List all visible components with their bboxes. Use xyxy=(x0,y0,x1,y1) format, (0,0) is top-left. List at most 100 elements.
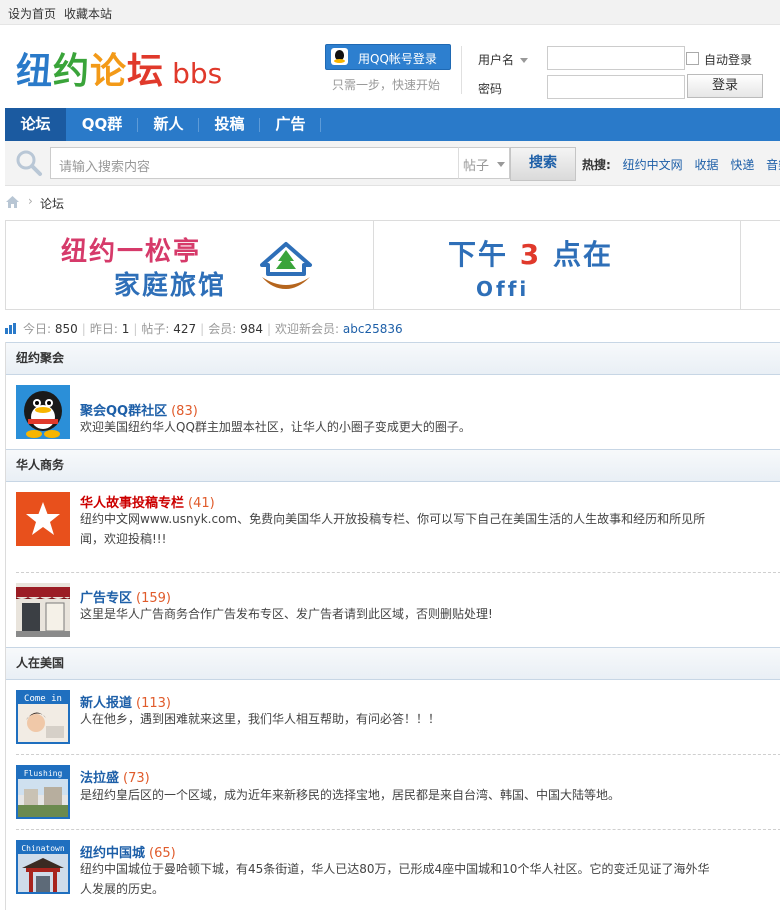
hot-searches-label: 热搜: xyxy=(582,158,611,172)
stat-members-value: 984 xyxy=(240,322,263,336)
come-in-icon[interactable]: Come in xyxy=(16,690,70,744)
qq-login-label: 用QQ帐号登录 xyxy=(358,52,437,66)
forum-description: 纽约中国城位于曼哈顿下城，有45条街道，华人已达80万，已形成4座中国城和10个… xyxy=(80,862,710,896)
ad2-line2: Offi xyxy=(476,277,530,301)
logo-char-1: 纽 xyxy=(16,51,54,92)
hot-search-link[interactable]: 音樂中 xyxy=(766,158,780,172)
category-header[interactable]: 纽约聚会 xyxy=(6,342,780,375)
nav-separator xyxy=(198,118,199,132)
forum-row: Flushing 法拉盛 (73) 是纽约皇后区的一个区域，成为近年来新移民的选择… xyxy=(6,755,780,830)
banner-divider xyxy=(740,221,741,309)
username-label-text: 用户名 xyxy=(478,53,515,67)
forum-description: 欢迎美国纽约华人QQ群主加盟本社区，让华人的小圈子变成更大的圈子。 xyxy=(80,420,471,434)
category-header[interactable]: 华人商务 xyxy=(6,449,780,482)
forum-description: 这里是华人广告商务合作广告发布专区、发广告者请到此区域，否则删贴处理! xyxy=(80,607,493,621)
forum-post-count: (73) xyxy=(123,771,150,786)
hot-search-link[interactable]: 快递 xyxy=(730,158,754,172)
stat-separator: | xyxy=(200,322,205,336)
logo-char-3: 论 xyxy=(90,51,128,92)
password-label: 密码 xyxy=(478,82,503,96)
qq-penguin-icon xyxy=(331,48,348,65)
logo-bbs: bbs xyxy=(172,57,223,90)
nav-qq-group[interactable]: QQ群 xyxy=(71,108,133,141)
chevron-down-icon xyxy=(497,162,505,167)
stats-chart-icon xyxy=(5,323,16,334)
auto-login-label[interactable]: 自动登录 xyxy=(704,51,752,68)
forum-description: 人在他乡，遇到困难就来这里，我们华人相互帮助，有问必答！！！ xyxy=(80,712,441,726)
newest-member-link[interactable]: abc25836 xyxy=(343,322,403,336)
nav-newcomers[interactable]: 新人 xyxy=(141,108,196,141)
header-divider xyxy=(461,46,462,94)
search-icon xyxy=(16,150,42,176)
search-placeholder: 请输入搜索内容 xyxy=(59,160,151,175)
forum-stats: 今日: 850 | 昨日: 1 | 帖子: 427 | 会员: 984 | 欢迎新会员: abc… xyxy=(5,320,403,337)
nav-separator xyxy=(259,118,260,132)
nav-submit[interactable]: 投稿 xyxy=(202,108,257,141)
forum-row: 华人故事投稿专栏 (41) 纽约中文网www.usnyk.com、免费向美国华人开… xyxy=(6,482,780,573)
ad1-line2: 家庭旅馆 xyxy=(114,271,227,301)
banner-divider xyxy=(373,221,374,309)
forum-row: Come in 新人报道 (113) 人在他乡，遇到困难就来这里，我们华人相互帮助… xyxy=(6,680,780,755)
search-bar: 请输入搜索内容 帖子 搜索 热搜: 纽约中文网 收据 快递 音樂中 xyxy=(5,141,780,186)
stat-separator: | xyxy=(267,322,272,336)
username-label[interactable]: 用户名 xyxy=(478,51,529,68)
login-button[interactable]: 登录 xyxy=(687,74,763,98)
stat-separator: | xyxy=(133,322,138,336)
breadcrumb-current[interactable]: 论坛 xyxy=(40,195,64,212)
stat-today-label: 今日: xyxy=(23,322,52,336)
home-icon[interactable] xyxy=(6,196,19,208)
search-input[interactable]: 请输入搜索内容 xyxy=(50,147,460,179)
forum-name: 法拉盛 xyxy=(80,771,120,786)
logo-char-2: 约 xyxy=(53,51,91,92)
breadcrumb-separator-icon: › xyxy=(28,194,33,208)
hot-search-link[interactable]: 纽约中文网 xyxy=(623,158,683,172)
forum-list: 纽约聚会 聚会QQ群社区 (83) 欢迎美国纽约华人QQ群主加盟本社区，让华人的小… xyxy=(5,342,780,910)
hot-searches: 热搜: 纽约中文网 收据 快递 音樂中 xyxy=(582,156,780,173)
password-input[interactable] xyxy=(547,75,685,99)
star-icon[interactable] xyxy=(16,492,70,546)
bookmark-site-link[interactable]: 收藏本站 xyxy=(64,5,112,22)
main-nav: 论坛 QQ群 新人 投稿 广告 xyxy=(5,108,780,142)
qq-login-button[interactable]: 用QQ帐号登录 xyxy=(325,44,451,70)
stat-posts-value: 427 xyxy=(173,322,197,336)
logo-char-4: 坛 xyxy=(127,51,165,92)
stat-separator: | xyxy=(81,322,86,336)
qq-penguin-icon[interactable] xyxy=(16,385,70,439)
top-utility-bar: 设为首页 收藏本站 xyxy=(0,0,780,25)
come-in-icon-text: Come in xyxy=(24,694,62,704)
nav-ads[interactable]: 广告 xyxy=(263,108,318,141)
username-input[interactable] xyxy=(547,46,685,70)
forum-title[interactable]: 法拉盛 (73) xyxy=(80,767,150,786)
forum-row: 聚会QQ群社区 (83) 欢迎美国纽约华人QQ群主加盟本社区，让华人的小圈子变成更… xyxy=(6,375,780,449)
flushing-icon[interactable]: Flushing xyxy=(16,765,70,819)
chinatown-icon[interactable]: Chinatown xyxy=(16,840,70,894)
search-type-value: 帖子 xyxy=(463,159,490,174)
ad2-text-b: 点在 xyxy=(553,238,614,271)
ad2-line1: 下午 3 点在 xyxy=(448,233,613,273)
flushing-icon-text: Flushing xyxy=(24,769,63,778)
stat-yesterday-label: 昨日: xyxy=(89,322,118,336)
nav-separator xyxy=(137,118,138,132)
forum-description: 是纽约皇后区的一个区域，成为近年来新移民的选择宝地，居民都是来自台湾、韩国、中国… xyxy=(80,788,621,802)
ad1-line1: 纽约一松亭 xyxy=(61,237,202,267)
chevron-down-icon xyxy=(520,58,529,63)
ad-banner: 纽约一松亭 家庭旅馆 下午 3 点在 Offi xyxy=(5,220,780,310)
ad2-text-a: 下午 xyxy=(448,238,509,271)
auto-login-checkbox[interactable] xyxy=(686,52,699,65)
set-homepage-link[interactable]: 设为首页 xyxy=(8,5,56,22)
search-type-select[interactable]: 帖子 xyxy=(458,147,510,179)
chinatown-icon-text: Chinatown xyxy=(21,844,65,853)
hot-search-link[interactable]: 收据 xyxy=(694,158,718,172)
stat-posts-label: 帖子: xyxy=(141,322,170,336)
ad2-number: 3 xyxy=(519,238,542,271)
forum-description: 纽约中文网www.usnyk.com、免费向美国华人开放投稿专栏、你可以写下自己… xyxy=(80,512,706,546)
category-header[interactable]: 人在美国 xyxy=(6,647,780,680)
nav-separator xyxy=(320,118,321,132)
search-button[interactable]: 搜索 xyxy=(510,147,576,181)
storefront-icon[interactable] xyxy=(16,583,70,637)
site-logo[interactable]: 纽 约 论 坛 bbs xyxy=(16,50,222,94)
house-logo-icon xyxy=(260,242,312,289)
stat-today-value: 850 xyxy=(54,322,78,336)
qq-login-hint: 只需一步，快速开始 xyxy=(332,78,441,92)
nav-forum[interactable]: 论坛 xyxy=(5,108,66,141)
